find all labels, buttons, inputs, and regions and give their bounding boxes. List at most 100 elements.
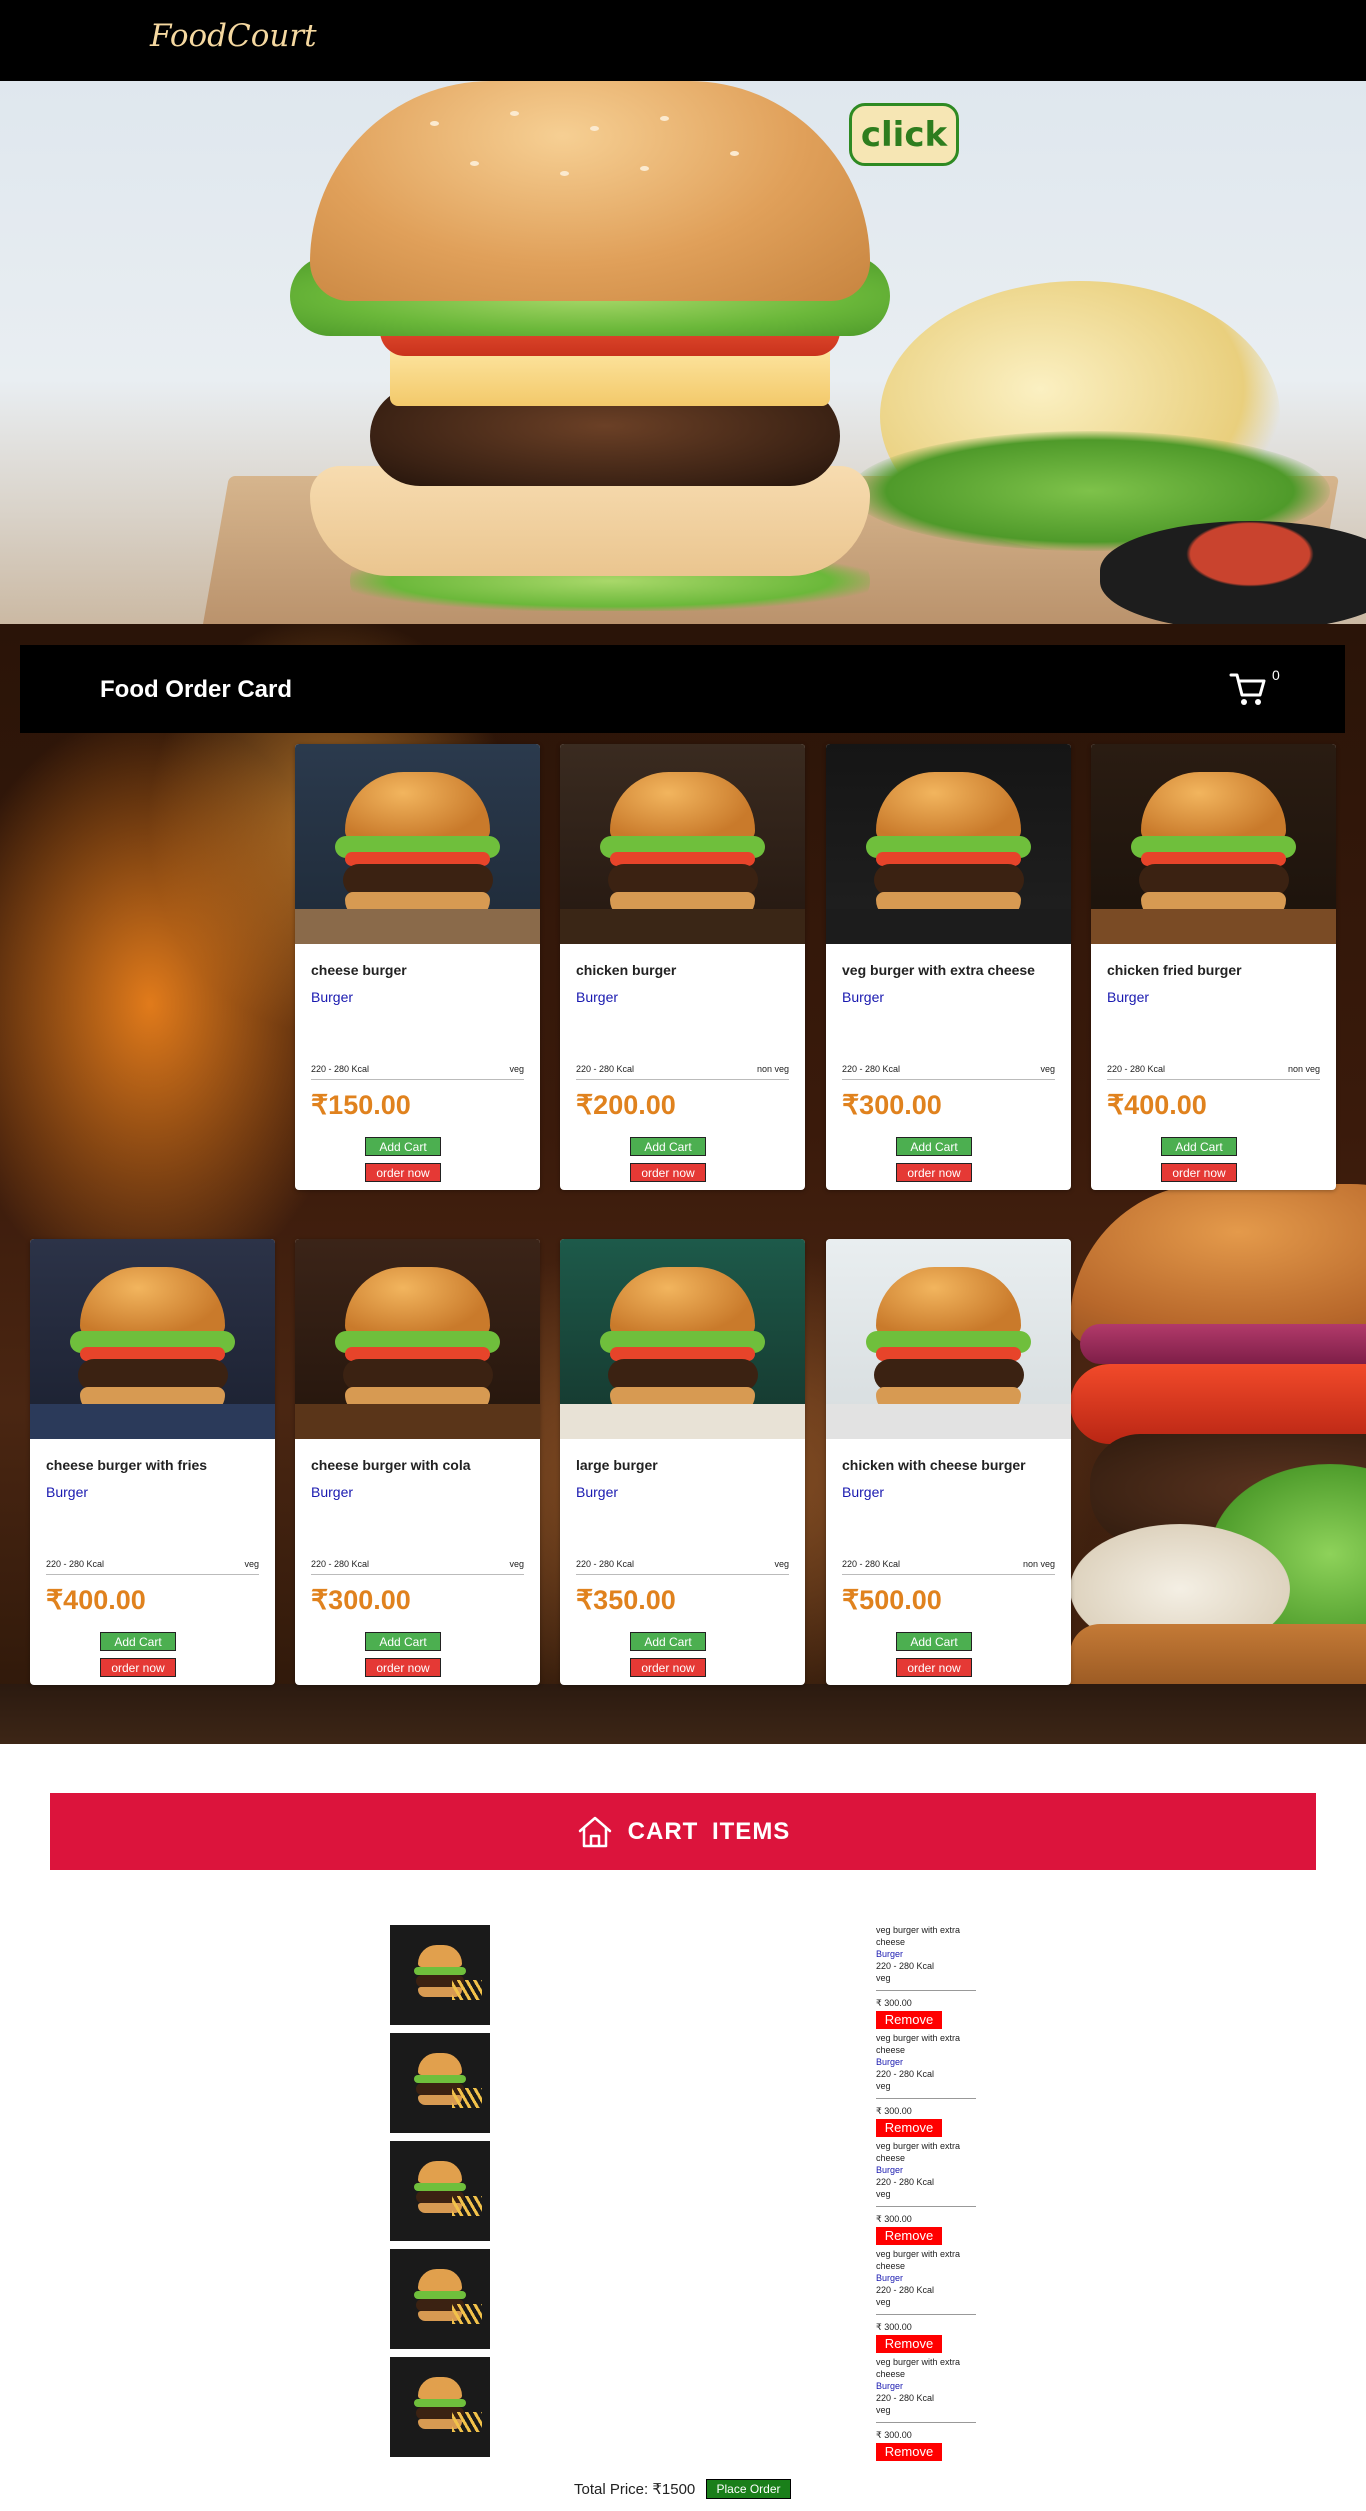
- food-card: chicken fried burger Burger 220 - 280 Kc…: [1091, 744, 1336, 1190]
- cart-item-image: [390, 2033, 490, 2133]
- food-card-price: ₹300.00: [311, 1585, 411, 1615]
- cart-item-kcal: 220 - 280 Kcal: [876, 1961, 935, 1971]
- food-card-type: non veg: [1022, 1559, 1055, 1569]
- remove-button[interactable]: Remove: [876, 2119, 942, 2137]
- cart-item-kcal: 220 - 280 Kcal: [876, 2177, 935, 2187]
- cart-item-name: veg burger with extra cheese: [876, 1925, 961, 1947]
- cart-item-price: ₹ 300.00: [876, 2322, 912, 2332]
- food-card-type: veg: [774, 1559, 789, 1569]
- food-card-name: large burger: [576, 1457, 658, 1473]
- food-card-category: Burger: [1107, 989, 1150, 1005]
- cart-item-price: ₹ 300.00: [876, 2214, 912, 2224]
- food-card: cheese burger Burger 220 - 280 Kcal veg …: [295, 744, 540, 1190]
- order-now-button[interactable]: order now: [630, 1163, 706, 1182]
- cart-item-type: veg: [876, 2405, 891, 2415]
- food-card-price: ₹400.00: [46, 1585, 146, 1615]
- food-card-type: veg: [1040, 1064, 1055, 1074]
- food-card-price: ₹300.00: [842, 1090, 942, 1120]
- food-card: chicken with cheese burger Burger 220 - …: [826, 1239, 1071, 1685]
- remove-button[interactable]: Remove: [876, 2335, 942, 2353]
- order-now-button[interactable]: order now: [365, 1658, 441, 1677]
- remove-button[interactable]: Remove: [876, 2011, 942, 2029]
- food-card-divider: [842, 1079, 1055, 1080]
- hero-banner: [0, 81, 1366, 624]
- add-cart-button[interactable]: Add Cart: [630, 1137, 706, 1156]
- food-card-divider: [46, 1574, 259, 1575]
- order-now-button[interactable]: order now: [1161, 1163, 1237, 1182]
- food-card-divider: [576, 1574, 789, 1575]
- place-order-button[interactable]: Place Order: [706, 2479, 791, 2499]
- order-now-button[interactable]: order now: [100, 1658, 176, 1677]
- food-card-image: [295, 1239, 540, 1439]
- food-card-category: Burger: [576, 1484, 619, 1500]
- food-card-price: ₹500.00: [842, 1585, 942, 1615]
- cart-item-kcal: 220 - 280 Kcal: [876, 2069, 935, 2079]
- add-cart-button[interactable]: Add Cart: [100, 1632, 176, 1651]
- add-cart-button[interactable]: Add Cart: [630, 1632, 706, 1651]
- order-now-button[interactable]: order now: [896, 1163, 972, 1182]
- add-cart-button[interactable]: Add Cart: [365, 1632, 441, 1651]
- home-icon[interactable]: [576, 1813, 614, 1851]
- food-card: chicken burger Burger 220 - 280 Kcal non…: [560, 744, 805, 1190]
- cart-item-kcal: 220 - 280 Kcal: [876, 2285, 935, 2295]
- food-card-price: ₹200.00: [576, 1090, 676, 1120]
- cart-item-price: ₹ 300.00: [876, 1998, 912, 2008]
- food-card-kcal: 220 - 280 Kcal: [46, 1559, 105, 1569]
- food-card-divider: [311, 1574, 524, 1575]
- cart-item-category: Burger: [876, 2165, 904, 2175]
- food-card-kcal: 220 - 280 Kcal: [311, 1064, 370, 1074]
- add-cart-button[interactable]: Add Cart: [365, 1137, 441, 1156]
- food-card-category: Burger: [311, 1484, 354, 1500]
- click-button[interactable]: click: [849, 103, 959, 166]
- cart-item-category: Burger: [876, 2273, 904, 2283]
- cart-item-type: veg: [876, 2189, 891, 2199]
- food-card-category: Burger: [576, 989, 619, 1005]
- add-cart-button[interactable]: Add Cart: [896, 1137, 972, 1156]
- food-card-category: Burger: [46, 1484, 89, 1500]
- order-now-button[interactable]: order now: [896, 1658, 972, 1677]
- cart-item-divider: [876, 2314, 976, 2315]
- food-card-image: [560, 1239, 805, 1439]
- food-card-category: Burger: [311, 989, 354, 1005]
- food-card-type: veg: [509, 1064, 524, 1074]
- food-card-type: veg: [244, 1559, 259, 1569]
- cart-item-image: [390, 2141, 490, 2241]
- cart-item-image: [390, 2249, 490, 2349]
- food-card-category: Burger: [842, 1484, 885, 1500]
- order-now-button[interactable]: order now: [365, 1163, 441, 1182]
- cart-icon[interactable]: [1228, 669, 1268, 709]
- cart-item-details: veg burger with extra cheese Burger 220 …: [876, 2356, 976, 2461]
- order-now-button[interactable]: order now: [630, 1658, 706, 1677]
- cart-item-type: veg: [876, 2297, 891, 2307]
- cart-item-details: veg burger with extra cheese Burger 220 …: [876, 1924, 976, 2029]
- cart-item-divider: [876, 2422, 976, 2423]
- food-order-bar: Food Order Card 0: [20, 645, 1345, 733]
- cart-item-category: Burger: [876, 2057, 904, 2067]
- cart-item-type: veg: [876, 2081, 891, 2091]
- food-card-kcal: 220 - 280 Kcal: [576, 1559, 635, 1569]
- top-navbar: FoodCourt: [0, 0, 1366, 81]
- food-card-name: chicken burger: [576, 962, 677, 978]
- food-card-image: [826, 1239, 1071, 1439]
- remove-button[interactable]: Remove: [876, 2443, 942, 2461]
- add-cart-button[interactable]: Add Cart: [1161, 1137, 1237, 1156]
- cart-item-image: [390, 1925, 490, 2025]
- food-card-name: cheese burger with fries: [46, 1457, 208, 1473]
- remove-button[interactable]: Remove: [876, 2227, 942, 2245]
- site-logo[interactable]: FoodCourt: [150, 18, 317, 54]
- food-card-type: non veg: [1287, 1064, 1320, 1074]
- cart-items-title: CART ITEMS: [627, 1817, 791, 1845]
- food-card-name: veg burger with extra cheese: [842, 962, 1035, 978]
- food-card-price: ₹350.00: [576, 1585, 676, 1615]
- food-card-image: [826, 744, 1071, 944]
- cart-item-divider: [876, 1990, 976, 1991]
- cart-item-name: veg burger with extra cheese: [876, 2357, 961, 2379]
- cart-item-category: Burger: [876, 1949, 904, 1959]
- food-card-divider: [311, 1079, 524, 1080]
- food-card: veg burger with extra cheese Burger 220 …: [826, 744, 1071, 1190]
- food-card-image: [30, 1239, 275, 1439]
- cart-item-details: veg burger with extra cheese Burger 220 …: [876, 2248, 976, 2353]
- food-card: cheese burger with cola Burger 220 - 280…: [295, 1239, 540, 1685]
- add-cart-button[interactable]: Add Cart: [896, 1632, 972, 1651]
- cart-count-badge: 0: [1272, 667, 1280, 683]
